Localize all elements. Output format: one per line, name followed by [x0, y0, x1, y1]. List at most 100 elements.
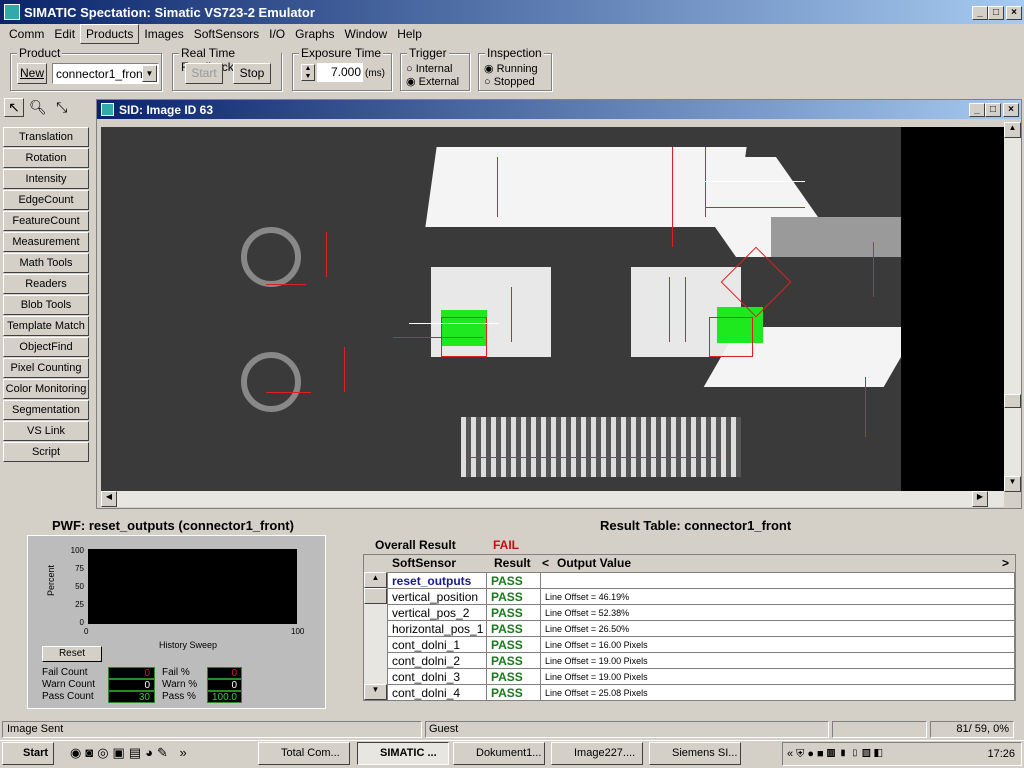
- result-table: SoftSensor Result < Output Value > ▲ ▼ r…: [363, 554, 1016, 701]
- tool-featurecount[interactable]: FeatureCount: [3, 211, 89, 231]
- stop-button[interactable]: Stop: [233, 63, 271, 84]
- sensor-output: Line Offset = 52.38%: [540, 604, 1015, 621]
- result-row[interactable]: cont_dolni_1 PASS Line Offset = 16.00 Pi…: [387, 636, 1015, 653]
- pwf-ytick: 75: [75, 564, 84, 573]
- pwf-panel: Percent 100 75 50 25 0 0 100 History Sweep R…: [27, 535, 326, 709]
- minimize-button[interactable]: _: [972, 6, 988, 20]
- menu-softsensors[interactable]: SoftSensors: [189, 25, 264, 43]
- result-row[interactable]: cont_dolni_2 PASS Line Offset = 19.00 Pi…: [387, 652, 1015, 669]
- tool-blob-tools[interactable]: Blob Tools: [3, 295, 89, 315]
- quick-launch-icons[interactable]: ◉◙◎▣▤◕✎ »: [70, 745, 191, 761]
- fit-icon[interactable]: ⤡: [52, 99, 72, 116]
- tool-rotation[interactable]: Rotation: [3, 148, 89, 168]
- tool-color-monitoring[interactable]: Color Monitoring: [3, 379, 89, 399]
- result-row[interactable]: reset_outputs PASS: [387, 572, 1015, 589]
- pct-value: 0: [207, 679, 242, 691]
- menu-graphs[interactable]: Graphs: [290, 25, 339, 43]
- taskbar-button[interactable]: Dokument1...: [453, 742, 545, 765]
- trigger-radio-external[interactable]: ◉ External: [406, 76, 459, 89]
- tool-pixel-counting[interactable]: Pixel Counting: [3, 358, 89, 378]
- start-button[interactable]: Start: [2, 742, 54, 765]
- tool-segmentation[interactable]: Segmentation: [3, 400, 89, 420]
- pct-label: Pass %: [162, 691, 196, 702]
- result-row[interactable]: vertical_position PASS Line Offset = 46.…: [387, 588, 1015, 605]
- menu-io[interactable]: I/O: [264, 25, 290, 43]
- exposure-group: Exposure Time ▲ ▼ 7.000 (ms): [292, 46, 392, 91]
- zoom-icon[interactable]: 🔍︎: [28, 99, 48, 116]
- taskbar-button[interactable]: Siemens SI...: [649, 742, 741, 765]
- tool-measurement[interactable]: Measurement: [3, 232, 89, 252]
- scroll-up-button[interactable]: ▲: [364, 572, 387, 588]
- trigger-radio-internal[interactable]: ○ Internal: [406, 63, 452, 76]
- chevron-down-icon[interactable]: ▼: [142, 65, 157, 82]
- menu-images[interactable]: Images: [139, 25, 188, 43]
- scroll-right-button[interactable]: ▶: [972, 491, 988, 507]
- tool-math-tools[interactable]: Math Tools: [3, 253, 89, 273]
- tool-script[interactable]: Script: [3, 442, 89, 462]
- scroll-thumb[interactable]: [1004, 394, 1021, 408]
- result-row[interactable]: cont_dolni_4 PASS Line Offset = 25.08 Pi…: [387, 684, 1015, 701]
- result-table-header: SoftSensor Result < Output Value >: [364, 555, 1015, 572]
- horizontal-scrollbar[interactable]: ◀ ▶: [101, 491, 1004, 507]
- tray-icons[interactable]: «⛨●■▦▮▯▤◧: [783, 748, 886, 760]
- tool-translation[interactable]: Translation: [3, 127, 89, 147]
- image-maximize-button[interactable]: □: [985, 103, 1001, 117]
- reset-button[interactable]: Reset: [42, 646, 102, 662]
- header-result[interactable]: Result: [494, 556, 531, 570]
- scroll-down-button[interactable]: ▼: [1004, 476, 1021, 492]
- trigger-group: Trigger ○ Internal ◉ External: [400, 46, 470, 91]
- pwf-title: PWF: reset_outputs (connector1_front): [52, 518, 294, 533]
- image-close-button[interactable]: ×: [1003, 103, 1019, 117]
- scroll-columns-left-button[interactable]: <: [542, 556, 549, 570]
- result-scrollbar[interactable]: ▲ ▼: [364, 572, 387, 700]
- scroll-up-button[interactable]: ▲: [1004, 122, 1021, 138]
- scroll-left-button[interactable]: ◀: [101, 491, 117, 507]
- menu-window[interactable]: Window: [340, 25, 393, 43]
- taskbar-button[interactable]: Image227....: [551, 742, 643, 765]
- tool-readers[interactable]: Readers: [3, 274, 89, 294]
- taskbar-button[interactable]: SIMATIC ...: [357, 742, 449, 765]
- menu-help[interactable]: Help: [392, 25, 427, 43]
- app-title: SIMATIC Spectation: Simatic VS723-2 Emul…: [24, 5, 315, 20]
- menu-edit[interactable]: Edit: [49, 25, 80, 43]
- tool-objectfind[interactable]: ObjectFind: [3, 337, 89, 357]
- menu-products[interactable]: Products: [80, 24, 140, 44]
- inspection-image[interactable]: [101, 127, 901, 491]
- new-product-button[interactable]: New: [17, 63, 47, 84]
- sensor-result: PASS: [486, 620, 541, 637]
- pwf-plot-area: [88, 549, 297, 624]
- sensor-output: Line Offset = 16.00 Pixels: [540, 636, 1015, 653]
- overall-result-value: FAIL: [493, 538, 519, 552]
- pointer-icon[interactable]: ↖: [4, 98, 24, 117]
- maximize-button[interactable]: □: [988, 6, 1004, 20]
- image-minimize-button[interactable]: _: [969, 103, 985, 117]
- tool-intensity[interactable]: Intensity: [3, 169, 89, 189]
- close-button[interactable]: ×: [1006, 6, 1022, 20]
- sensor-result: PASS: [486, 684, 541, 701]
- tool-vs-link[interactable]: VS Link: [3, 421, 89, 441]
- inspection-radio-stopped[interactable]: ○ Stopped: [484, 76, 535, 89]
- result-row[interactable]: cont_dolni_3 PASS Line Offset = 19.00 Pi…: [387, 668, 1015, 685]
- tool-template-match[interactable]: Template Match: [3, 316, 89, 336]
- scroll-columns-right-button[interactable]: >: [1002, 556, 1009, 570]
- status-coords: 81/ 59, 0%: [930, 721, 1014, 738]
- sensor-output: Line Offset = 19.00 Pixels: [540, 652, 1015, 669]
- header-softsensor[interactable]: SoftSensor: [392, 556, 456, 570]
- exposure-spinner[interactable]: ▲ ▼: [301, 64, 315, 81]
- tool-edgecount[interactable]: EdgeCount: [3, 190, 89, 210]
- start-button[interactable]: Start: [185, 63, 223, 84]
- product-select[interactable]: connector1_front ▼: [52, 63, 159, 84]
- inspection-radio-running[interactable]: ◉ Running: [484, 63, 538, 76]
- menu-comm[interactable]: Comm: [4, 25, 49, 43]
- exposure-input[interactable]: 7.000: [317, 63, 363, 82]
- result-row[interactable]: horizontal_pos_1 PASS Line Offset = 26.5…: [387, 620, 1015, 637]
- pct-label: Fail %: [162, 667, 190, 678]
- sensor-result: PASS: [486, 636, 541, 653]
- vertical-scrollbar[interactable]: ▲ ▼: [1004, 122, 1021, 492]
- scroll-thumb[interactable]: [364, 588, 387, 604]
- radio-label: Internal: [415, 63, 453, 75]
- scroll-down-button[interactable]: ▼: [364, 684, 387, 700]
- header-output-value[interactable]: Output Value: [557, 556, 631, 570]
- result-row[interactable]: vertical_pos_2 PASS Line Offset = 52.38%: [387, 604, 1015, 621]
- taskbar-button[interactable]: Total Com...: [258, 742, 350, 765]
